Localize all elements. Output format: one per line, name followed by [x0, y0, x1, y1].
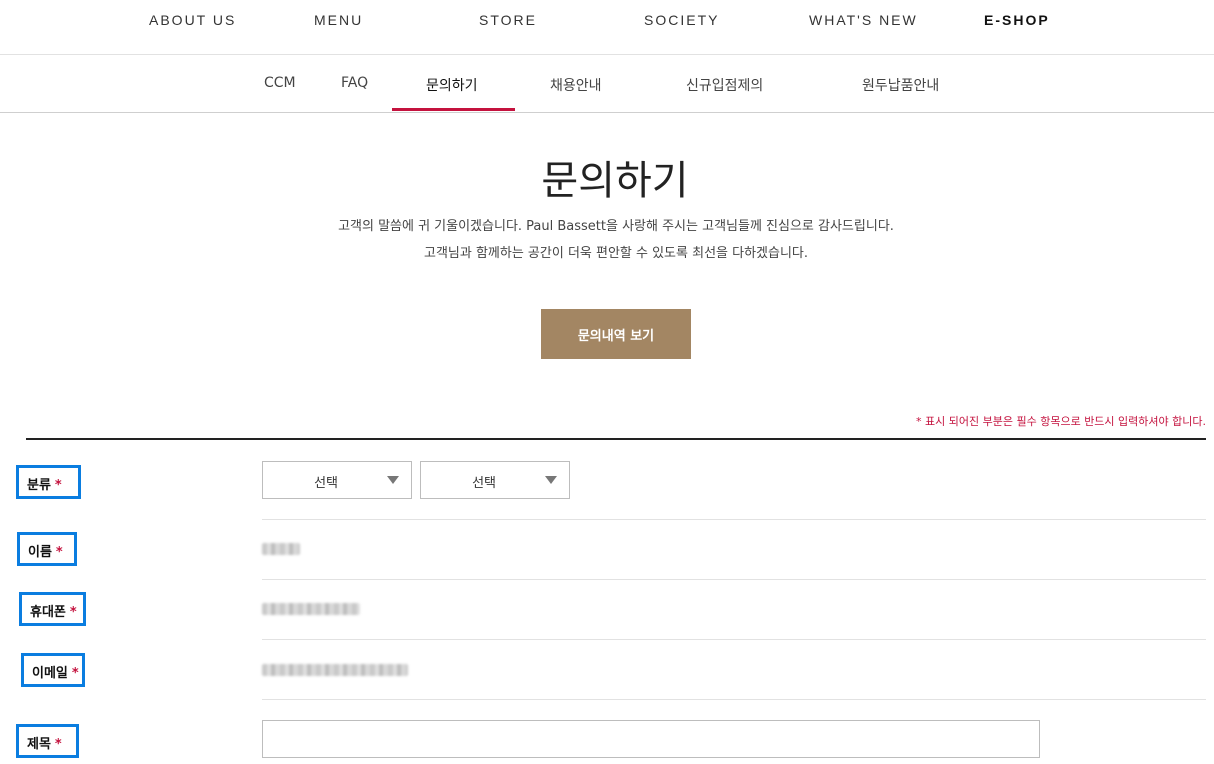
subject-input[interactable] [262, 720, 1040, 758]
category-select-1-value: 선택 [314, 476, 338, 491]
required-mark: * [69, 605, 77, 620]
row-divider [262, 519, 1206, 520]
category-select-1[interactable]: 선택 [262, 461, 412, 499]
view-history-button[interactable]: 문의내역 보기 [541, 309, 691, 359]
tab-inquiry[interactable]: 문의하기 [426, 75, 478, 95]
required-mark: * [54, 737, 62, 752]
email-value-redacted [262, 664, 408, 676]
dropdown-arrow-icon [545, 476, 557, 484]
required-mark: * [71, 666, 79, 681]
row-divider [262, 639, 1206, 640]
gnb-about-us[interactable]: ABOUT US [149, 12, 236, 28]
required-note: * 표시 되어진 부분은 필수 항목으로 반드시 입력하셔야 합니다. [916, 415, 1206, 428]
subject-label-text: 제목 [27, 737, 51, 752]
gnb-whats-new[interactable]: WHAT'S NEW [809, 12, 918, 28]
required-mark: * [54, 478, 62, 493]
row-divider [262, 699, 1206, 700]
gnb-society[interactable]: SOCIETY [644, 12, 719, 28]
phone-label: 휴대폰 * [19, 592, 86, 626]
email-label: 이메일 * [21, 653, 85, 687]
phone-value-redacted [262, 603, 360, 615]
tab-new-store[interactable]: 신규입점제의 [686, 75, 763, 95]
form-top-divider [26, 438, 1206, 440]
dropdown-arrow-icon [387, 476, 399, 484]
name-value-redacted [262, 543, 300, 555]
gnb-e-shop[interactable]: E-SHOP [984, 12, 1050, 28]
page-title: 문의하기 [541, 158, 689, 204]
tab-bean-supply[interactable]: 원두납품안내 [862, 75, 939, 95]
category-label: 분류 * [16, 465, 81, 499]
page-description-line2: 고객님과 함께하는 공간이 더욱 편안할 수 있도록 최선을 다하겠습니다. [423, 246, 809, 261]
active-tab-indicator [392, 108, 515, 111]
category-select-2-value: 선택 [472, 476, 496, 491]
gnb-store[interactable]: STORE [479, 12, 537, 28]
tab-recruit[interactable]: 채용안내 [550, 75, 602, 95]
category-label-text: 분류 [27, 478, 51, 493]
required-mark: * [55, 545, 63, 560]
page-description-line1: 고객의 말씀에 귀 기울이겠습니다. Paul Bassett을 사랑해 주시는… [338, 219, 894, 234]
name-label: 이름 * [17, 532, 77, 566]
category-select-2[interactable]: 선택 [420, 461, 570, 499]
gnb-menu[interactable]: MENU [314, 12, 363, 28]
sub-nav: CCM FAQ 문의하기 채용안내 신규입점제의 원두납품안내 [0, 56, 1214, 113]
email-label-text: 이메일 [32, 666, 68, 681]
subject-label: 제목 * [16, 724, 79, 758]
tab-ccm[interactable]: CCM [264, 75, 296, 91]
global-nav: ABOUT US MENU STORE SOCIETY WHAT'S NEW E… [0, 0, 1214, 55]
row-divider [262, 579, 1206, 580]
phone-label-text: 휴대폰 [30, 605, 66, 620]
tab-faq[interactable]: FAQ [341, 75, 368, 91]
name-label-text: 이름 [28, 545, 52, 560]
